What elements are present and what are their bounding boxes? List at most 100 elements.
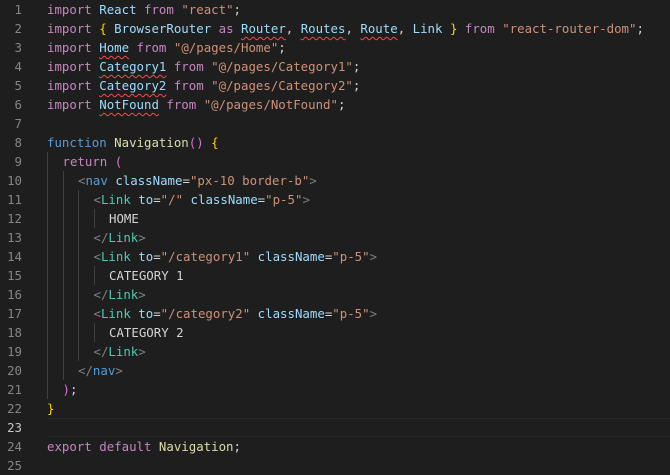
code-content[interactable] — [47, 114, 670, 133]
code-line[interactable]: 11 <Link to="/" className="p-5"> — [0, 190, 670, 209]
code-text: <nav className="px-10 border-b"> — [78, 171, 317, 190]
code-token: from — [136, 40, 167, 55]
indent-guide — [62, 266, 64, 285]
code-line[interactable]: 5 import Category2 from "@/pages/Category… — [0, 76, 670, 95]
code-content[interactable] — [47, 418, 670, 437]
code-token: className — [190, 192, 258, 207]
indent-guide — [62, 247, 64, 266]
code-text: CATEGORY 1 — [109, 266, 184, 285]
code-token: > — [138, 287, 146, 302]
code-line[interactable]: 15 CATEGORY 1 — [0, 266, 670, 285]
line-number: 21 — [7, 382, 22, 397]
code-line[interactable]: 25 — [0, 456, 670, 475]
code-content[interactable]: <Link to="/category1" className="p-5"> — [47, 247, 670, 266]
line-number: 2 — [14, 21, 22, 36]
code-line[interactable]: 18 CATEGORY 2 — [0, 323, 670, 342]
code-token: import — [47, 59, 92, 74]
code-token: < — [93, 192, 101, 207]
indent-guide — [78, 228, 79, 247]
code-editor[interactable]: 1 import React from "react"; 2 import { Bro… — [0, 0, 670, 473]
line-number: 8 — [14, 135, 22, 150]
code-text: } — [47, 399, 54, 418]
code-content[interactable]: import Category2 from "@/pages/Category2… — [47, 76, 670, 95]
indent-guide — [47, 266, 48, 285]
code-token: < — [93, 306, 101, 321]
code-token: ( — [114, 154, 123, 169]
code-line[interactable]: 9 return ( — [0, 152, 670, 171]
code-line[interactable]: 3 import Home from "@/pages/Home"; — [0, 38, 670, 57]
code-token: Link — [108, 344, 139, 359]
code-content[interactable] — [47, 456, 670, 475]
code-line[interactable]: 7 — [0, 114, 670, 133]
indent-guide — [93, 266, 95, 285]
code-content[interactable]: import Home from "@/pages/Home"; — [47, 38, 670, 57]
code-token: ; — [278, 40, 286, 55]
code-line[interactable]: 8 function Navigation() { — [0, 133, 670, 152]
code-token: ; — [233, 439, 241, 454]
code-content[interactable]: import NotFound from "@/pages/NotFound"; — [47, 95, 670, 114]
code-line[interactable]: 1 import React from "react"; — [0, 0, 670, 19]
code-text: <Link to="/" className="p-5"> — [94, 190, 310, 209]
code-text: function Navigation() { — [47, 133, 219, 152]
code-content[interactable]: </Link> — [47, 285, 670, 304]
code-content[interactable]: <Link to="/" className="p-5"> — [47, 190, 670, 209]
code-content[interactable]: HOME — [47, 209, 670, 228]
code-content[interactable]: } — [47, 399, 670, 418]
code-token: NotFound — [99, 97, 159, 112]
code-line[interactable]: 16 </Link> — [0, 285, 670, 304]
code-content[interactable]: export default Navigation; — [47, 437, 670, 456]
code-line[interactable]: 23 — [0, 418, 670, 437]
line-number: 9 — [14, 154, 22, 169]
code-token: Route — [360, 21, 398, 36]
code-line[interactable]: 12 HOME — [0, 209, 670, 228]
code-content[interactable]: function Navigation() { — [47, 133, 670, 152]
code-token: "@/pages/NotFound" — [203, 97, 338, 112]
code-line[interactable]: 17 <Link to="/category2" className="p-5"> — [0, 304, 670, 323]
code-content[interactable]: ); — [47, 380, 670, 399]
indent-guide — [47, 342, 48, 361]
code-content[interactable]: <Link to="/category2" className="p-5"> — [47, 304, 670, 323]
indent-guide — [78, 209, 79, 228]
code-content[interactable]: </Link> — [47, 342, 670, 361]
code-line[interactable]: 6 import NotFound from "@/pages/NotFound"… — [0, 95, 670, 114]
code-token: </ — [93, 230, 109, 245]
code-content[interactable]: import { BrowserRouter as Router, Routes… — [47, 19, 670, 38]
code-content[interactable]: return ( — [47, 152, 670, 171]
code-content[interactable]: CATEGORY 2 — [47, 323, 670, 342]
code-token: as — [218, 21, 234, 36]
code-content[interactable]: </nav> — [47, 361, 670, 380]
code-content[interactable]: CATEGORY 1 — [47, 266, 670, 285]
code-line[interactable]: 21); — [0, 380, 670, 399]
code-lines[interactable]: 1 import React from "react"; 2 import { Bro… — [0, 0, 670, 475]
code-line[interactable]: 4 import Category1 from "@/pages/Category… — [0, 57, 670, 76]
indent-guide — [47, 209, 48, 228]
code-line[interactable]: 20 </nav> — [0, 361, 670, 380]
code-line[interactable]: 24 export default Navigation; — [0, 437, 670, 456]
code-token: nav — [85, 173, 108, 188]
code-line[interactable]: 19 </Link> — [0, 342, 670, 361]
line-number: 20 — [7, 363, 22, 378]
code-token: > — [138, 230, 146, 245]
line-number: 6 — [14, 97, 22, 112]
code-content[interactable]: </Link> — [47, 228, 670, 247]
code-text: </Link> — [94, 228, 146, 247]
code-token: "@/pages/Home" — [173, 40, 279, 55]
code-line[interactable]: 10 <nav className="px-10 border-b"> — [0, 171, 670, 190]
code-line[interactable]: 2 import { BrowserRouter as Router, Route… — [0, 19, 670, 38]
code-line[interactable]: 13 </Link> — [0, 228, 670, 247]
code-content[interactable]: import React from "react"; — [47, 0, 670, 19]
code-text: CATEGORY 2 — [109, 323, 184, 342]
code-line[interactable]: 14 <Link to="/category1" className="p-5"> — [0, 247, 670, 266]
code-content[interactable]: <nav className="px-10 border-b"> — [47, 171, 670, 190]
code-token: ; — [352, 78, 361, 93]
code-content[interactable]: import Category1 from "@/pages/Category1… — [47, 57, 670, 76]
code-line[interactable]: 22} — [0, 399, 670, 418]
code-token: to — [138, 306, 154, 321]
code-token: to — [138, 249, 154, 264]
code-token: , — [285, 21, 301, 36]
code-token: from — [144, 2, 174, 17]
